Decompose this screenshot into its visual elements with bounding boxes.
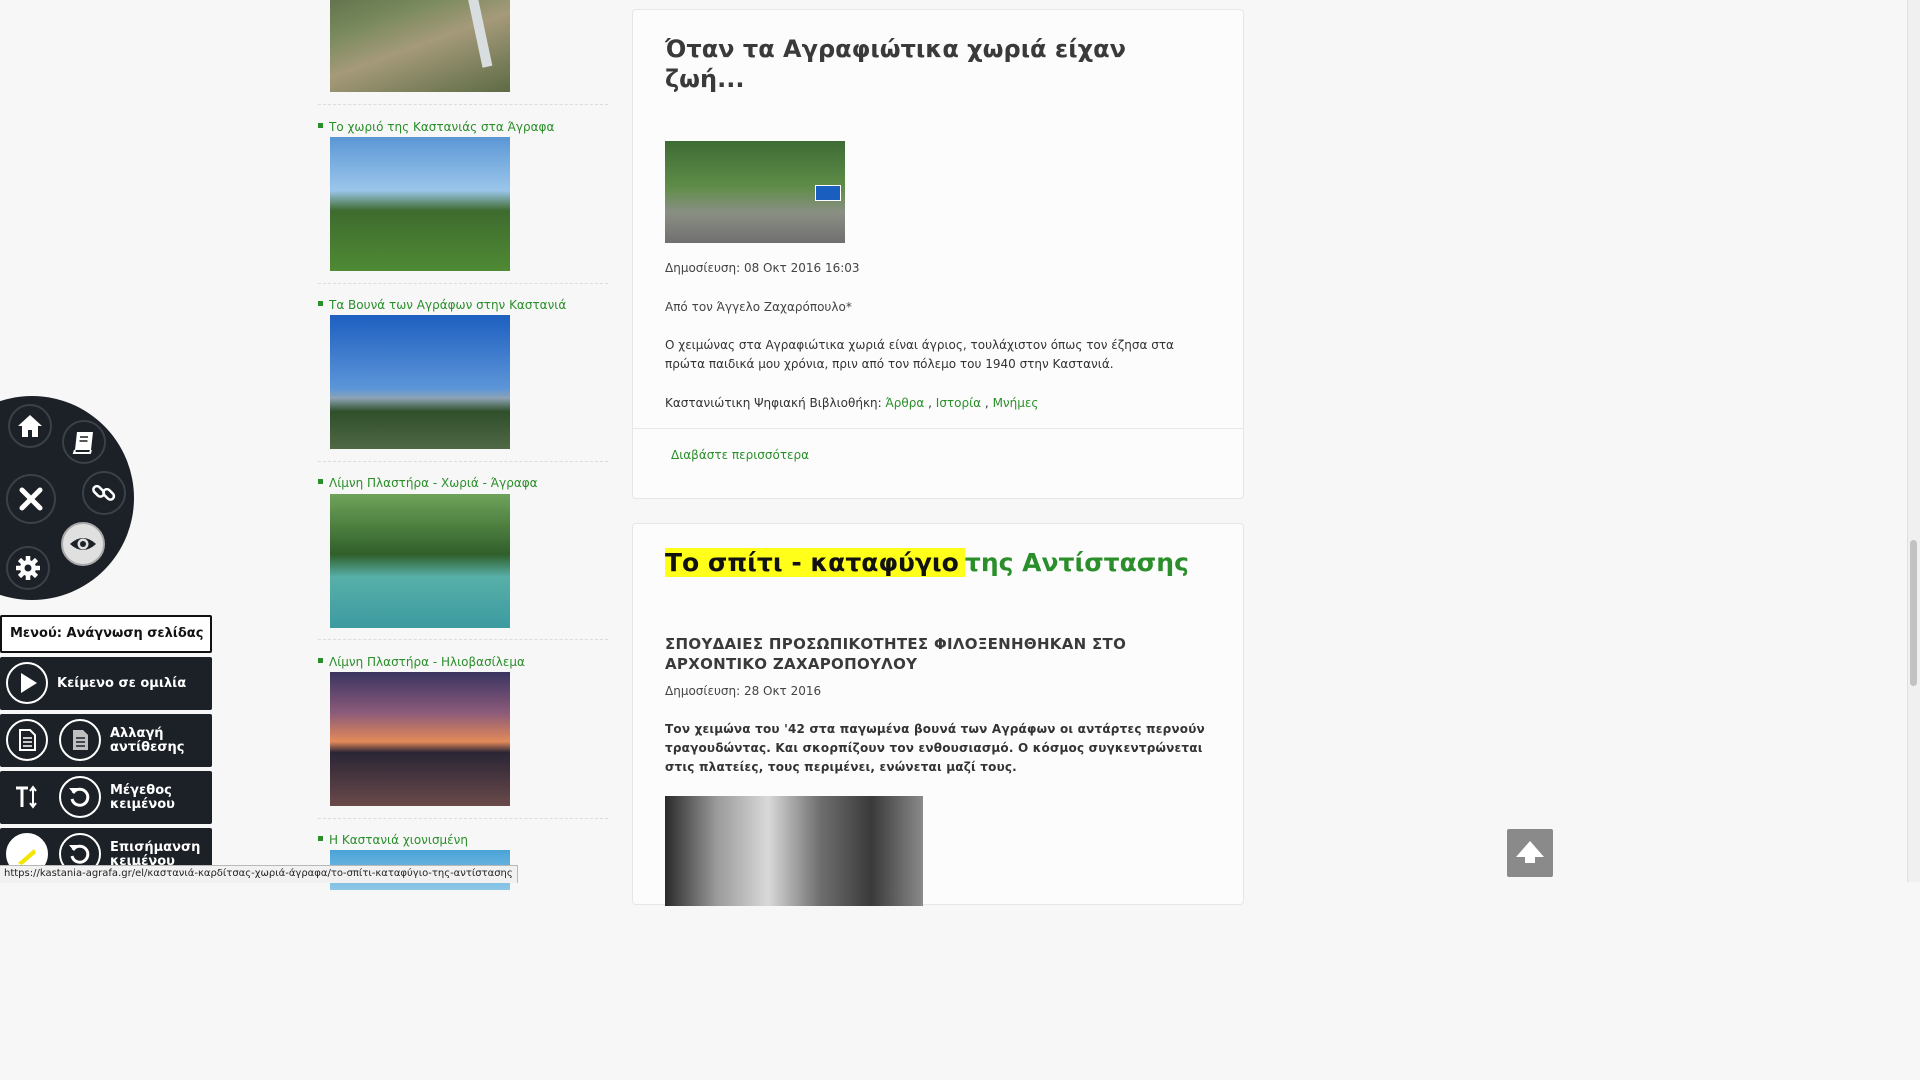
article-image-historic-photo — [665, 796, 923, 906]
text-size-button[interactable] — [6, 776, 48, 818]
highlight-label: Επισήμανση κειμένου — [110, 840, 201, 869]
title-link-text[interactable]: της Αντίστασης — [965, 548, 1189, 577]
tag-link-memories[interactable]: Μνήμες — [993, 396, 1039, 410]
publish-date: Δημοσίευση: 08 Οκτ 2016 16:03 — [665, 261, 860, 275]
text-to-speech-label: Κείμενο σε ομιλία — [57, 676, 187, 691]
text-size-icon — [16, 785, 37, 809]
link-icon — [92, 484, 116, 501]
page-scrollbar[interactable] — [1907, 0, 1920, 882]
tag-link-history[interactable]: Ιστορία — [936, 396, 981, 410]
article-lead: Τον χειμώνα του '42 στα παγωμένα βουνά τ… — [665, 722, 1205, 774]
back-to-top-button[interactable] — [1507, 829, 1553, 877]
gallery-separator — [318, 104, 608, 105]
text-size-label: Μέγεθος κειμένου — [110, 783, 175, 812]
article-title[interactable]: Το σπίτι - καταφύγιο της Αντίστασης — [665, 546, 1189, 580]
links-button[interactable] — [82, 471, 126, 515]
article-card: Όταν τα Αγραφιώτικα χωριά είχαν ζωή... Δ… — [632, 9, 1244, 499]
contrast-label: Αλλαγή αντίθεσης — [110, 726, 185, 755]
article-title[interactable]: Όταν τα Αγραφιώτικα χωριά είχαν ζωή... — [665, 34, 1185, 94]
tag-separator: , — [928, 396, 932, 410]
highlighter-icon — [18, 849, 36, 865]
contrast-panel[interactable]: Αλλαγή αντίθεσης — [0, 714, 212, 767]
tags-label: Καστανιώτικη Ψηφιακή Βιβλιοθήκη: — [665, 396, 882, 410]
tag-link-articles[interactable]: Άρθρα — [886, 396, 925, 410]
play-button[interactable] — [6, 662, 48, 704]
gallery-separator — [318, 283, 608, 284]
settings-button[interactable] — [6, 546, 50, 590]
gallery-separator — [318, 639, 608, 640]
gear-icon — [16, 556, 40, 580]
link-preview-status-bar: https://kastania-agrafa.gr/el/καστανιά-κ… — [0, 865, 518, 883]
card-divider — [633, 428, 1243, 429]
article-subtitle: ΣΠΟΥΔΑΙΕΣ ΠΡΟΣΩΠΙΚΟΤΗΤΕΣ ΦΙΛΟΞΕΝΗΘΗΚΑΝ Σ… — [665, 635, 1127, 673]
home-button[interactable] — [8, 404, 52, 448]
article-image-village-road — [665, 141, 845, 243]
highlight-panel[interactable]: Επισήμανση κειμένου — [0, 828, 212, 868]
close-icon — [19, 487, 43, 511]
book-icon — [72, 432, 93, 454]
gallery-link[interactable]: Το χωριό της Καστανιάς στα Άγραφα — [318, 120, 554, 136]
article-card: Το σπίτι - καταφύγιο της Αντίστασης ΣΠΟΥΔ… — [632, 523, 1244, 906]
dictionary-button[interactable] — [62, 420, 106, 464]
publish-date: Δημοσίευση: 28 Οκτ 2016 — [665, 684, 822, 698]
arrow-up-icon — [1516, 841, 1544, 863]
highlighted-title-text: Το σπίτι - καταφύγιο — [665, 548, 965, 577]
tag-separator: , — [984, 396, 989, 410]
reading-menu-title: Μενού: Ανάγνωση σελίδας — [0, 615, 212, 653]
scrollbar-thumb[interactable] — [1910, 540, 1917, 686]
document-alt-icon — [73, 730, 88, 750]
gallery-separator — [318, 461, 608, 462]
gallery-link[interactable]: Λίμνη Πλαστήρα - Χωριά - Άγραφα — [318, 476, 538, 492]
article-author: Από τον Άγγελο Ζαχαρόπουλο* — [665, 300, 852, 314]
reset-text-size-button[interactable] — [59, 776, 101, 818]
gallery-thumb[interactable] — [330, 494, 510, 628]
read-more-link[interactable]: Διαβάστε περισσότερα — [671, 448, 809, 462]
gallery-separator — [318, 818, 608, 819]
accessibility-radial-menu — [0, 396, 134, 600]
reset-icon — [69, 844, 90, 864]
contrast-alt-button[interactable] — [59, 719, 101, 761]
highlight-button[interactable] — [6, 833, 48, 868]
eye-icon — [70, 538, 96, 550]
contrast-document-button[interactable] — [6, 719, 48, 761]
gallery-thumb[interactable] — [330, 672, 510, 806]
play-icon — [21, 673, 37, 693]
reset-highlight-button[interactable] — [59, 833, 101, 868]
close-button[interactable] — [6, 474, 56, 524]
reading-mode-button[interactable] — [61, 522, 105, 566]
text-size-panel[interactable]: Μέγεθος κειμένου — [0, 771, 212, 824]
reset-icon — [69, 787, 90, 807]
gallery-link[interactable]: Τα Βουνά των Αγράφων στην Καστανιά — [318, 298, 566, 314]
gallery-link[interactable]: Η Καστανιά χιονισμένη — [318, 833, 468, 849]
gallery-link[interactable]: Λίμνη Πλαστήρα - Ηλιοβασίλεμα — [318, 655, 525, 671]
article-tags: Καστανιώτικη Ψηφιακή Βιβλιοθήκη: Άρθρα ,… — [665, 396, 1038, 410]
text-to-speech-panel[interactable]: Κείμενο σε ομιλία — [0, 657, 212, 710]
home-icon — [18, 415, 42, 437]
gallery-thumb-aerial[interactable] — [330, 0, 510, 92]
document-icon — [19, 729, 36, 751]
gallery-thumb[interactable] — [330, 315, 510, 449]
gallery-thumb[interactable] — [330, 137, 510, 271]
article-excerpt: Ο χειμώνας στα Αγραφιώτικα χωριά είναι ά… — [665, 338, 1174, 371]
